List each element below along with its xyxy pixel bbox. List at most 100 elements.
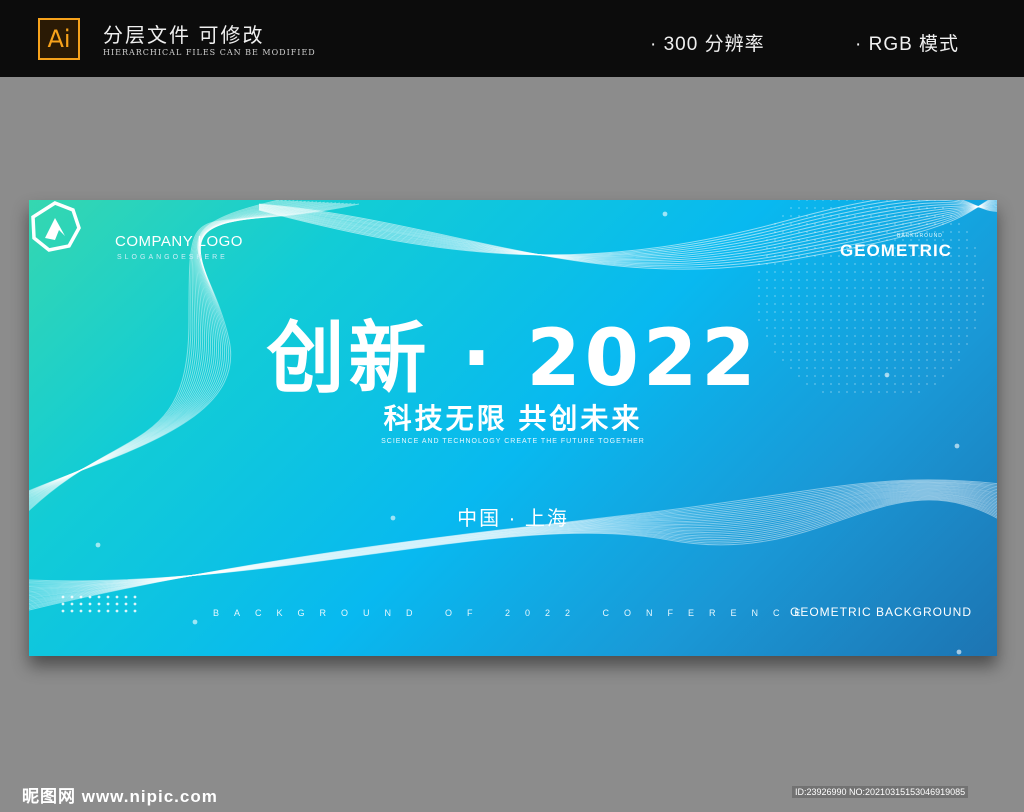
grid-dot (88, 595, 92, 599)
halftone-dot (774, 271, 776, 273)
halftone-dot (878, 279, 880, 281)
halftone-dot (878, 263, 880, 265)
halftone-dot (790, 215, 792, 217)
grid-dot (115, 609, 119, 613)
halftone-dot (774, 263, 776, 265)
halftone-dot (950, 271, 952, 273)
top-bar: Ai 分层文件 可修改 HIERARCHICAL FILES CAN BE MO… (0, 0, 1024, 77)
corner-small-text: BACKGROUND (897, 233, 943, 239)
halftone-dot (910, 271, 912, 273)
halftone-dot (958, 223, 960, 225)
halftone-dot (966, 287, 968, 289)
halftone-dot (910, 263, 912, 265)
halftone-dot (862, 263, 864, 265)
grid-dot (115, 595, 119, 599)
sub-title: 科技无限 共创未来 (383, 403, 643, 434)
grid-dot (70, 595, 74, 599)
halftone-dot (798, 271, 800, 273)
grid-dot (106, 595, 110, 599)
halftone-dot (854, 271, 856, 273)
halftone-dot (782, 271, 784, 273)
halftone-dot (870, 263, 872, 265)
halftone-dot (790, 279, 792, 281)
halftone-dot (774, 287, 776, 289)
halftone-dot (878, 223, 880, 225)
grid-dot (88, 609, 92, 613)
halftone-dot (782, 287, 784, 289)
halftone-dot (958, 239, 960, 241)
halftone-dot (838, 287, 840, 289)
halftone-dot (974, 255, 976, 257)
halftone-dot (830, 279, 832, 281)
halftone-dot (766, 255, 768, 257)
header-title: 分层文件 可修改 (103, 25, 265, 47)
grid-dot (97, 595, 101, 599)
grid-dot (79, 595, 83, 599)
halftone-dot (822, 279, 824, 281)
halftone-dot (894, 271, 896, 273)
halftone-dot (958, 247, 960, 249)
resolution-label: · 300 分辨率 (650, 34, 765, 55)
halftone-dot (950, 279, 952, 281)
halftone-dot (934, 263, 936, 265)
halftone-dot (766, 271, 768, 273)
halftone-dot (758, 271, 760, 273)
grid-dot (97, 609, 101, 613)
halftone-dot (950, 263, 952, 265)
company-logo-text: COMPANY LOGO (115, 233, 243, 250)
halftone-dot (902, 287, 904, 289)
halftone-dot (814, 279, 816, 281)
halftone-dot (918, 271, 920, 273)
conference-line: BACKGROUND OF 2022 CONFERENCE (213, 608, 816, 618)
halftone-dot (846, 263, 848, 265)
grid-dot (115, 602, 119, 606)
halftone-dot (966, 247, 968, 249)
grid-dot (133, 595, 137, 599)
halftone-dot (790, 207, 792, 209)
halftone-dot (902, 271, 904, 273)
halftone-dot (886, 231, 888, 233)
halftone-dot (798, 279, 800, 281)
grid-dot (61, 602, 65, 606)
grid-dot (79, 602, 83, 606)
halftone-dot (926, 271, 928, 273)
halftone-dot (822, 255, 824, 257)
geometric-background-label: GEOMETRIC BACKGROUND (790, 605, 973, 619)
halftone-dot (838, 215, 840, 217)
image-id-label: ID:23926990 NO:20210315153046919085 (792, 786, 969, 798)
halftone-dot (822, 263, 824, 265)
main-title: 创新 · 2022 (266, 314, 760, 404)
halftone-dot (966, 279, 968, 281)
sparkle-dot (95, 542, 101, 548)
halftone-dot (966, 255, 968, 257)
halftone-dot (974, 247, 976, 249)
halftone-dot (814, 207, 816, 209)
halftone-dot (838, 200, 840, 201)
logo-icon (31, 201, 81, 252)
halftone-dot (974, 271, 976, 273)
halftone-dot (806, 263, 808, 265)
grid-dot (70, 602, 74, 606)
halftone-dot (814, 287, 816, 289)
halftone-dot (894, 263, 896, 265)
halftone-dot (766, 287, 768, 289)
halftone-dot (790, 271, 792, 273)
halftone-dot (782, 263, 784, 265)
halftone-dot (862, 287, 864, 289)
halftone-dot (934, 287, 936, 289)
halftone-dot (942, 271, 944, 273)
halftone-dot (910, 279, 912, 281)
grid-dot (97, 602, 101, 606)
grid-dot (79, 609, 83, 613)
grid-dot (61, 595, 65, 599)
halftone-dot (790, 287, 792, 289)
halftone-dot (886, 271, 888, 273)
color-mode-label: · RGB 模式 (855, 34, 960, 55)
grid-dot (124, 609, 128, 613)
halftone-dot (878, 271, 880, 273)
halftone-dot (894, 223, 896, 225)
halftone-dot (814, 271, 816, 273)
halftone-dot (918, 207, 920, 209)
halftone-dot (942, 287, 944, 289)
halftone-dot (790, 223, 792, 225)
